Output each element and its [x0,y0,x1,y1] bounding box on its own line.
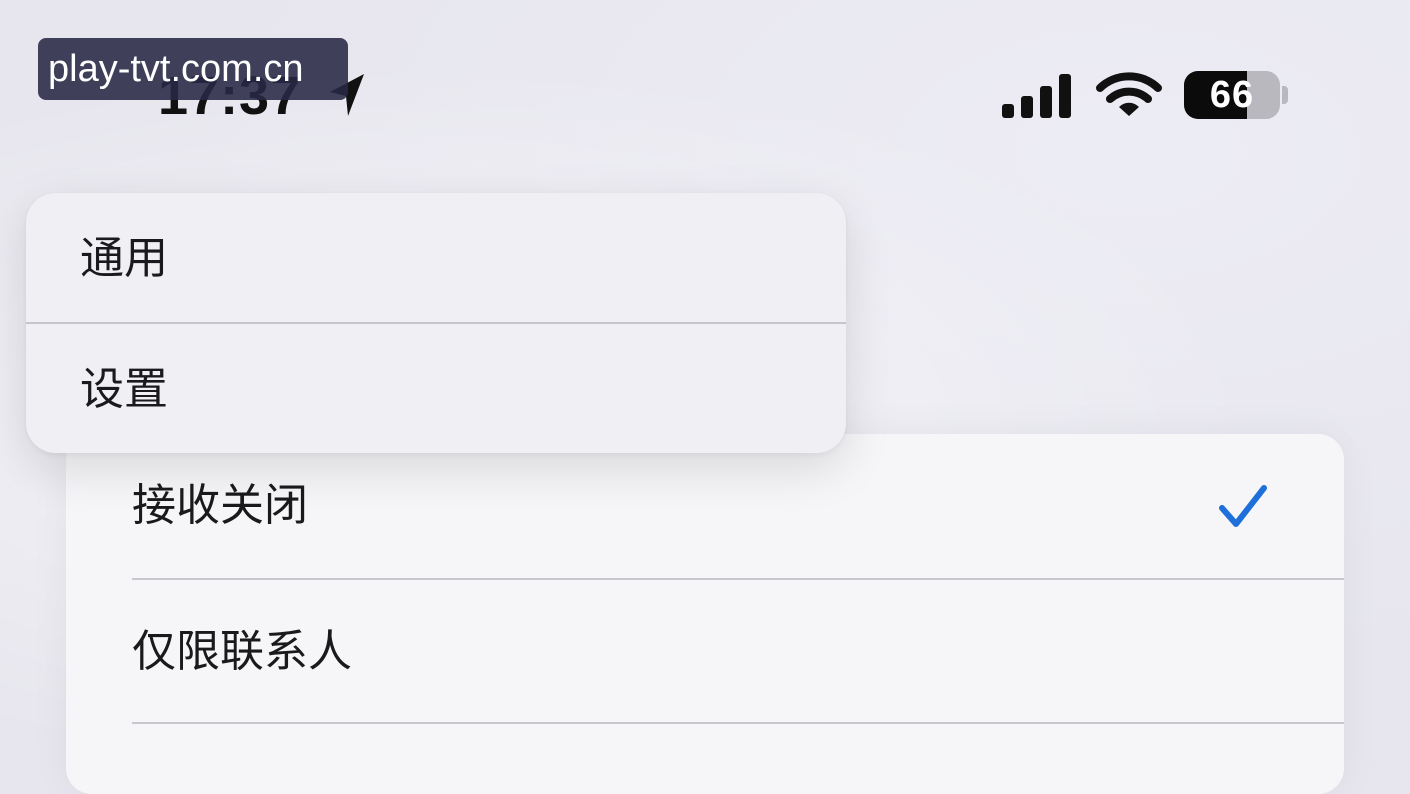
menu-item-general[interactable]: 通用 [26,193,846,323]
watermark: play-tvt.com.cn [38,38,348,100]
list-item-receive-off[interactable]: 接收关闭 [66,434,1344,578]
wifi-icon [1096,72,1162,116]
battery-cap [1282,86,1288,104]
context-menu: 通用 设置 [26,193,846,453]
list-item-label: 接收关闭 [132,480,308,531]
menu-item-label: 设置 [80,364,168,415]
list-item-contacts-only[interactable]: 仅限联系人 [66,580,1344,724]
checkmark-icon [1219,485,1267,527]
battery-level: 66 [1209,74,1255,116]
menu-item-label: 通用 [80,233,168,284]
list-divider [132,722,1344,724]
privacy-options-list: 接收关闭 仅限联系人 [66,434,1344,794]
list-item-label: 仅限联系人 [132,626,352,677]
cellular-signal-icon [1002,74,1071,118]
battery-icon: 66 [1184,71,1280,119]
menu-item-settings[interactable]: 设置 [26,324,846,453]
